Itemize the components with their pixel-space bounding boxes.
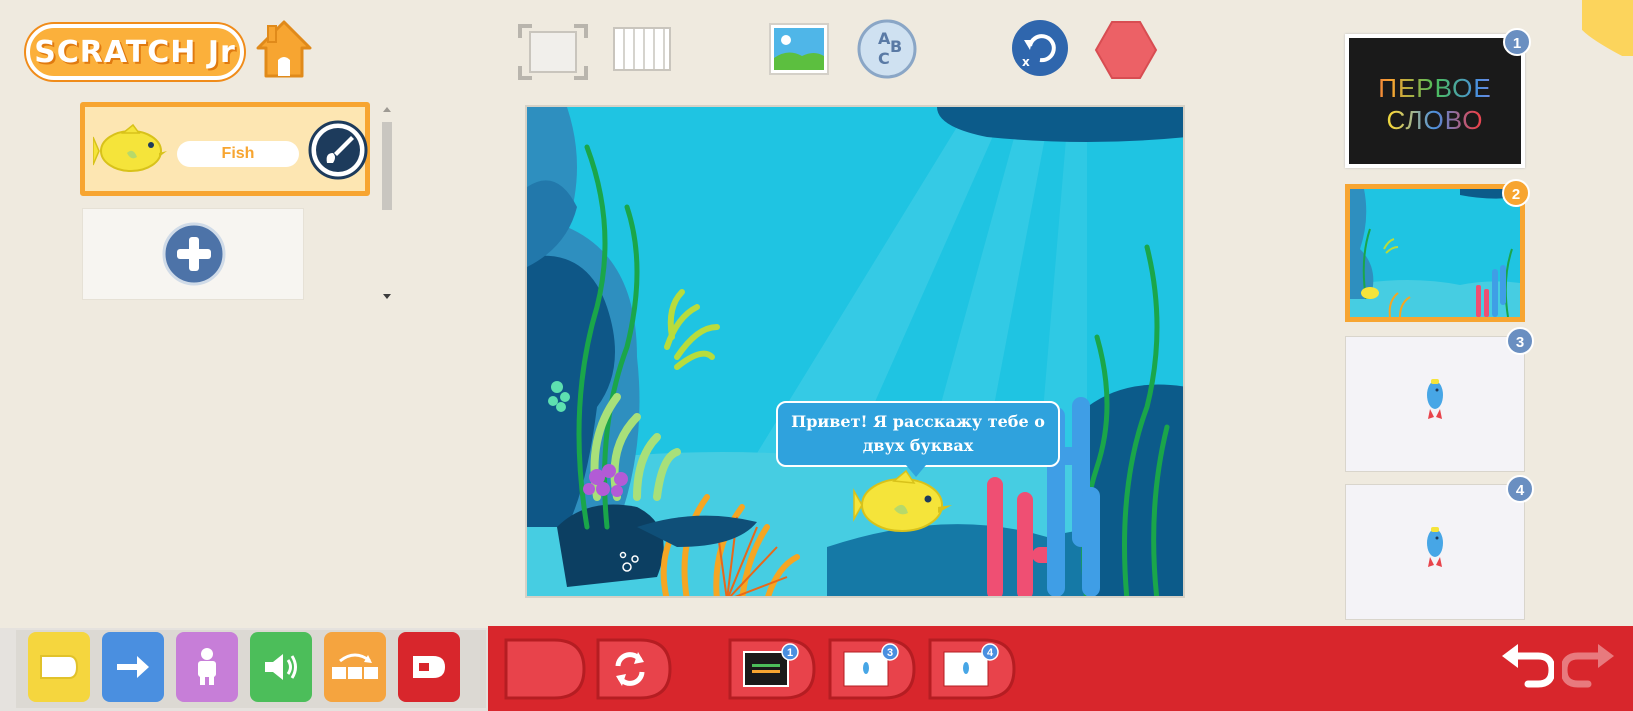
speech-bubble-tail (906, 465, 926, 477)
text-abc-icon: A B C (857, 19, 917, 79)
page-link-number: 3 (887, 647, 893, 659)
yellow-fish-icon (93, 123, 167, 172)
sprite-name-label[interactable]: Fish (177, 141, 299, 167)
page-thumbnail-4[interactable]: 4 (1345, 475, 1534, 620)
reset-characters-icon: x (1012, 20, 1068, 76)
home-icon (256, 20, 312, 78)
flag-block-icon (40, 655, 79, 679)
page-1-title-line1: ПЕРВОЕ (1349, 72, 1521, 104)
fullscreen-button[interactable] (518, 24, 588, 80)
grid-button[interactable] (612, 24, 672, 74)
plus-icon (162, 222, 226, 286)
reset-characters-button[interactable]: x (1010, 18, 1070, 78)
redo-button[interactable] (1560, 642, 1616, 692)
add-sprite-button[interactable] (161, 221, 227, 287)
page-link-icon: 1 (728, 638, 816, 700)
speaker-icon (265, 654, 297, 680)
svg-text:C: C (878, 49, 890, 68)
page-number-badge: 3 (1506, 327, 1534, 355)
speech-bubble: Привет! Я расскажу тебе о двух буквах (776, 401, 1060, 477)
svg-text:B: B (890, 37, 902, 56)
category-triggering-button[interactable] (28, 632, 90, 702)
sprite-list: Fish (76, 98, 376, 308)
grid-icon (613, 27, 671, 71)
end-block[interactable] (502, 636, 588, 707)
paintbrush-icon (308, 120, 368, 180)
paint-editor-button[interactable] (307, 119, 369, 181)
end-icon (504, 638, 586, 700)
info-corner-button[interactable] (1582, 0, 1633, 56)
page-thumbnail-3[interactable]: 3 (1345, 327, 1534, 472)
category-control-button[interactable] (324, 632, 386, 702)
control-icon (332, 653, 378, 679)
page-link-number: 1 (787, 647, 793, 659)
end-block-icon (413, 656, 445, 678)
undo-icon (1502, 644, 1556, 688)
undo-button[interactable] (1500, 642, 1556, 692)
add-text-button[interactable]: A B C (856, 18, 918, 80)
fullscreen-icon (518, 24, 588, 80)
speech-text: Привет! Я расскажу тебе о двух буквах (791, 412, 1045, 455)
home-button[interactable] (256, 18, 312, 80)
person-icon (198, 648, 216, 685)
page-thumbnail-1[interactable]: ПЕРВОЕ СЛОВО 1 (1345, 28, 1531, 168)
page-number-badge: 2 (1502, 179, 1530, 207)
sprite-list-scrollbar[interactable] (378, 104, 396, 304)
page-corner-icon (1582, 0, 1633, 56)
stop-icon (1094, 21, 1158, 79)
page-1-title-line2: СЛОВО (1349, 104, 1521, 136)
svg-text:x: x (1022, 55, 1030, 69)
redo-icon (1560, 644, 1614, 688)
blue-fish-icon (1427, 527, 1443, 567)
page-number-badge: 1 (1503, 28, 1531, 56)
page-link-icon: 3 (828, 638, 916, 700)
page-2-preview (1350, 189, 1520, 318)
category-motion-button[interactable] (102, 632, 164, 702)
repeat-forever-block[interactable] (594, 636, 674, 707)
background-icon (769, 23, 829, 75)
page-link-icon: 4 (928, 638, 1016, 700)
stage[interactable]: Привет! Я расскажу тебе о двух буквах (525, 105, 1185, 598)
stop-button[interactable] (1094, 20, 1158, 80)
page-1-title: ПЕРВОЕ СЛОВО (1349, 72, 1521, 136)
underwater-background (527, 107, 1183, 596)
category-looks-button[interactable] (176, 632, 238, 702)
go-to-page-3-block[interactable]: 3 (826, 636, 918, 707)
add-sprite-area (82, 208, 304, 300)
page-thumbnail-2[interactable]: 2 (1345, 179, 1530, 322)
go-to-page-1-block[interactable]: 1 (726, 636, 818, 707)
go-to-page-4-block[interactable]: 4 (926, 636, 1018, 707)
blue-fish-icon (1427, 379, 1443, 419)
background-button[interactable] (768, 22, 830, 76)
page-number-badge: 4 (1506, 475, 1534, 503)
arrow-right-icon (117, 656, 149, 678)
logo-text: SCRATCH Jr (34, 34, 236, 70)
scratchjr-logo: SCRATCH Jr (26, 24, 244, 80)
category-end-button[interactable] (398, 632, 460, 702)
category-sound-button[interactable] (250, 632, 312, 702)
sprite-card-fish[interactable]: Fish (80, 102, 370, 196)
repeat-forever-icon (596, 638, 672, 700)
page-link-number: 4 (987, 647, 994, 659)
